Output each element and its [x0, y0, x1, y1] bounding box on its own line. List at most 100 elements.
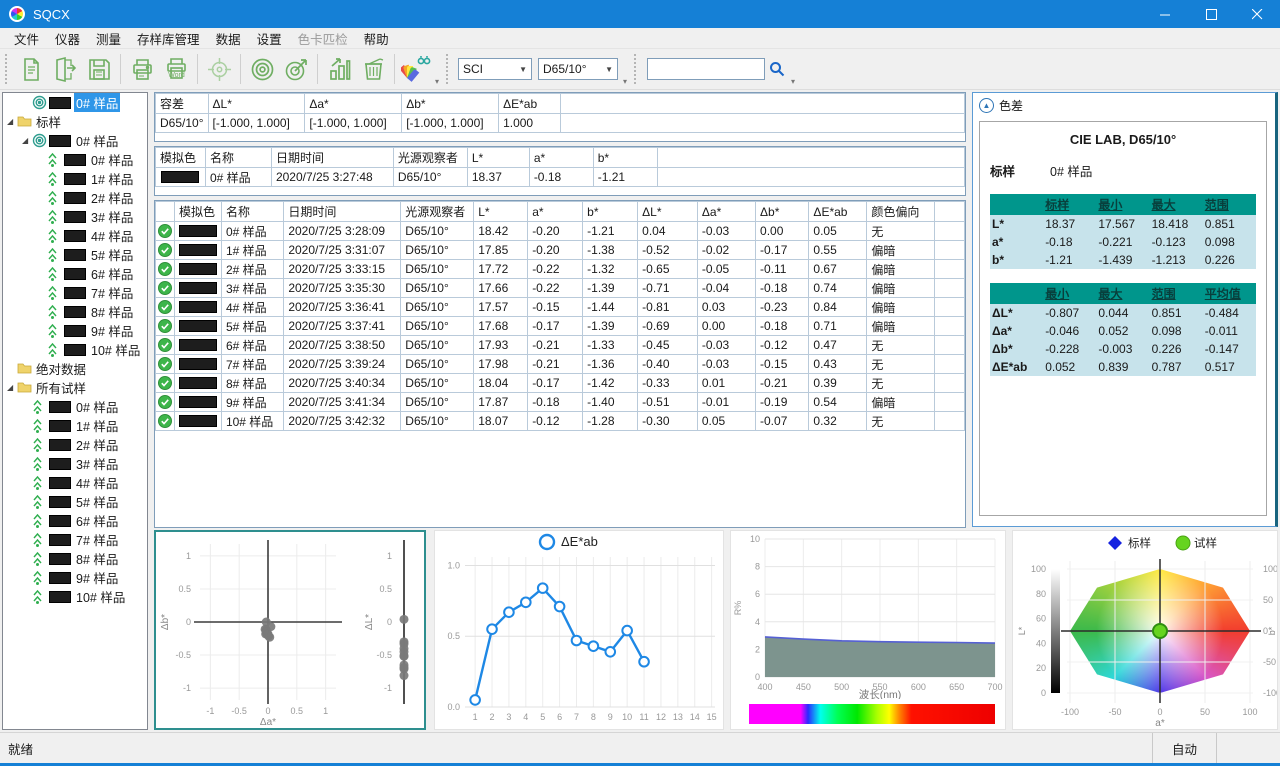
print-icon[interactable] — [125, 52, 159, 86]
table-row[interactable]: 6# 样品2020/7/25 3:38:50D65/10°17.93-0.21-… — [156, 336, 965, 355]
column-header[interactable]: Δa* — [697, 202, 755, 222]
menu-item-存样库管理[interactable]: 存样库管理 — [129, 27, 208, 50]
column-header[interactable]: 模拟色 — [174, 202, 221, 222]
gamut-chart-panel[interactable]: -100-50050100a*100500-50-100b*1008060402… — [1012, 530, 1278, 730]
column-header[interactable]: 光源观察者 — [393, 148, 467, 168]
table-row[interactable]: 7# 样品2020/7/25 3:39:24D65/10°17.98-0.21-… — [156, 355, 965, 374]
column-header[interactable]: L* — [467, 148, 529, 168]
toolbar-overflow-icon[interactable]: ▾ — [623, 77, 627, 86]
column-header[interactable]: ΔL* — [638, 202, 698, 222]
deltae-chart-panel[interactable]: 0.00.51.0123456789101112131415ΔE*ab — [434, 530, 724, 730]
menu-item-设置[interactable]: 设置 — [249, 27, 290, 50]
spectral-chart-panel[interactable]: 0246810400450500550600650700波长(nm)R% — [730, 530, 1006, 730]
column-header[interactable]: 容差 — [156, 94, 209, 114]
menu-item-数据[interactable]: 数据 — [208, 27, 249, 50]
toolbar-overflow-icon[interactable]: ▾ — [791, 77, 795, 86]
minimize-button[interactable] — [1142, 0, 1188, 28]
column-header[interactable]: 日期时间 — [271, 148, 393, 168]
tree-item[interactable]: 0# 样品 — [3, 93, 147, 112]
scatter-chart-panel[interactable]: -1-1-0.5-0.5000.50.511Δa*Δb*-1-0.500.51Δ… — [154, 530, 426, 730]
column-header[interactable]: Δb* — [756, 202, 809, 222]
tree-expander-icon[interactable]: ◢ — [7, 383, 17, 392]
column-header[interactable]: a* — [529, 148, 593, 168]
tree-item[interactable]: 6# 样品 — [3, 264, 147, 283]
table-row[interactable]: 10# 样品2020/7/25 3:42:32D65/10°18.07-0.12… — [156, 412, 965, 431]
table-row[interactable]: 9# 样品2020/7/25 3:41:34D65/10°17.87-0.18-… — [156, 393, 965, 412]
column-header[interactable]: 名称 — [205, 148, 271, 168]
tree-item[interactable]: 5# 样品 — [3, 492, 147, 511]
tree-item[interactable]: 9# 样品 — [3, 568, 147, 587]
column-header[interactable]: ΔL* — [208, 94, 305, 114]
menu-item-仪器[interactable]: 仪器 — [47, 27, 88, 50]
column-header[interactable]: b* — [593, 148, 657, 168]
column-header[interactable]: 光源观察者 — [401, 202, 474, 222]
collapse-chevron-icon[interactable]: ▲ — [979, 98, 994, 113]
tree-item[interactable]: 7# 样品 — [3, 530, 147, 549]
column-header[interactable]: L* — [474, 202, 528, 222]
mode-dropdown[interactable]: SCI▼ — [458, 58, 532, 80]
tree-item[interactable]: 7# 样品 — [3, 283, 147, 302]
column-header[interactable] — [934, 202, 964, 222]
column-header[interactable] — [156, 202, 175, 222]
chart-icon[interactable] — [322, 52, 356, 86]
tree-item[interactable]: 绝对数据 — [3, 359, 147, 378]
trash-icon[interactable] — [356, 52, 390, 86]
column-header[interactable]: 模拟色 — [156, 148, 206, 168]
search-input[interactable] — [647, 58, 765, 80]
tree-item[interactable]: 1# 样品 — [3, 416, 147, 435]
save-icon[interactable] — [82, 52, 116, 86]
menu-item-测量[interactable]: 测量 — [88, 27, 129, 50]
close-button[interactable] — [1234, 0, 1280, 28]
toolbar-grip[interactable] — [5, 54, 10, 84]
menu-item-帮助[interactable]: 帮助 — [356, 27, 397, 50]
column-header[interactable] — [657, 148, 964, 168]
search-icon[interactable] — [765, 52, 789, 86]
new-document-icon[interactable] — [14, 52, 48, 86]
target-icon[interactable] — [245, 52, 279, 86]
tree-item[interactable]: 2# 样品 — [3, 188, 147, 207]
toolbar-grip[interactable] — [634, 54, 639, 84]
toolbar-grip[interactable] — [446, 54, 451, 84]
table-row[interactable]: 3# 样品2020/7/25 3:35:30D65/10°17.66-0.22-… — [156, 279, 965, 298]
illuminant-dropdown[interactable]: D65/10°▼ — [538, 58, 618, 80]
table-row[interactable]: 0# 样品2020/7/25 3:28:09D65/10°18.42-0.20-… — [156, 222, 965, 241]
table-row[interactable]: D65/10°[-1.000, 1.000][-1.000, 1.000][-1… — [156, 114, 965, 133]
tree-item[interactable]: 4# 样品 — [3, 473, 147, 492]
table-row[interactable]: 8# 样品2020/7/25 3:40:34D65/10°18.04-0.17-… — [156, 374, 965, 393]
tree-item[interactable]: 3# 样品 — [3, 207, 147, 226]
crosshair-icon[interactable] — [202, 52, 236, 86]
column-header[interactable]: b* — [583, 202, 638, 222]
tree-item[interactable]: 0# 样品 — [3, 397, 147, 416]
table-row[interactable]: 4# 样品2020/7/25 3:36:41D65/10°17.57-0.15-… — [156, 298, 965, 317]
tree-item[interactable]: ◢所有试样 — [3, 378, 147, 397]
column-header[interactable]: a* — [528, 202, 583, 222]
tree-item[interactable]: ◢0# 样品 — [3, 131, 147, 150]
column-header[interactable] — [560, 94, 964, 114]
column-header[interactable]: 颜色偏向 — [867, 202, 934, 222]
table-row[interactable]: 1# 样品2020/7/25 3:31:07D65/10°17.85-0.20-… — [156, 241, 965, 260]
tree-item[interactable]: 10# 样品 — [3, 340, 147, 359]
column-header[interactable]: Δb* — [402, 94, 499, 114]
tree-item[interactable]: 9# 样品 — [3, 321, 147, 340]
column-header[interactable]: 名称 — [221, 202, 283, 222]
table-row[interactable]: 2# 样品2020/7/25 3:33:15D65/10°17.72-0.22-… — [156, 260, 965, 279]
table-row[interactable]: 0# 样品2020/7/25 3:27:48D65/10°18.37-0.18-… — [156, 168, 965, 187]
menu-item-文件[interactable]: 文件 — [6, 27, 47, 50]
column-header[interactable]: 日期时间 — [284, 202, 401, 222]
auto-mode-button[interactable]: 自动 — [1152, 733, 1216, 763]
tree-item[interactable]: 3# 样品 — [3, 454, 147, 473]
column-header[interactable]: ΔE*ab — [499, 94, 561, 114]
print-word-icon[interactable]: Word — [159, 52, 193, 86]
tree-expander-icon[interactable]: ◢ — [22, 136, 32, 145]
export-icon[interactable] — [48, 52, 82, 86]
maximize-button[interactable] — [1188, 0, 1234, 28]
tree-item[interactable]: 10# 样品 — [3, 587, 147, 606]
tree-item[interactable]: 5# 样品 — [3, 245, 147, 264]
toolbar-overflow-icon[interactable]: ▾ — [435, 77, 439, 86]
table-row[interactable]: 5# 样品2020/7/25 3:37:41D65/10°17.68-0.17-… — [156, 317, 965, 336]
tree-item[interactable]: 4# 样品 — [3, 226, 147, 245]
column-header[interactable]: ΔE*ab — [809, 202, 867, 222]
menu-item-色卡匹检[interactable]: 色卡匹检 — [290, 27, 356, 50]
tree-item[interactable]: 6# 样品 — [3, 511, 147, 530]
tree-item[interactable]: 1# 样品 — [3, 169, 147, 188]
